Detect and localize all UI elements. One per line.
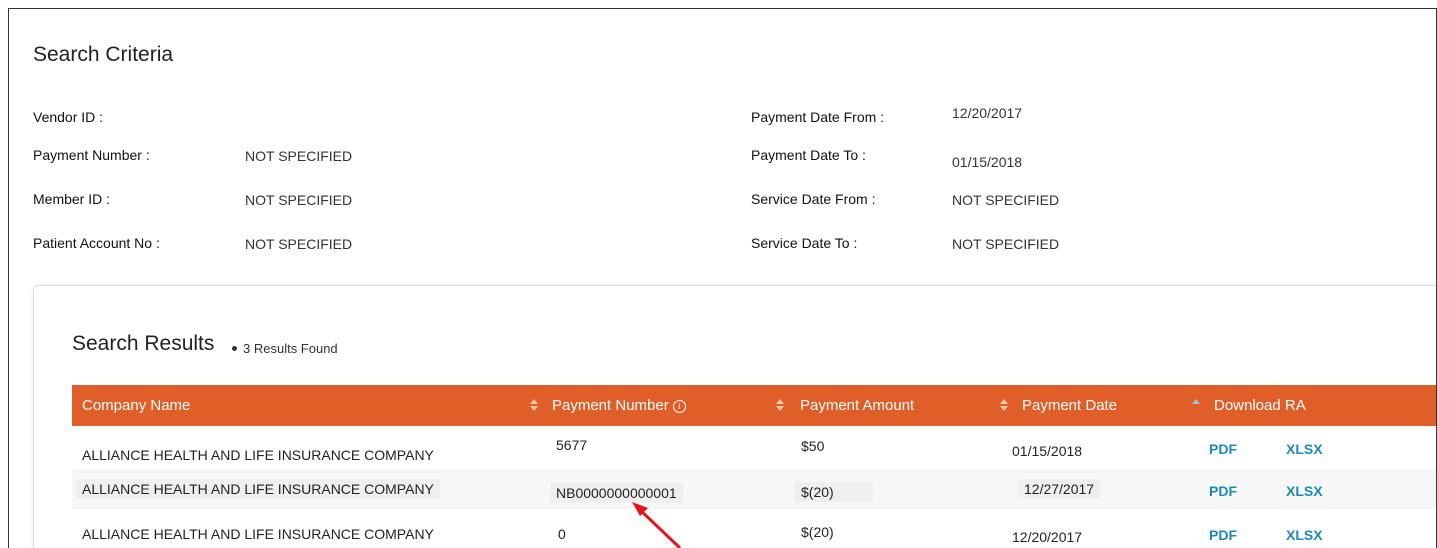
download-pdf-link[interactable]: PDF (1209, 441, 1237, 457)
download-xlsx-link[interactable]: XLSX (1286, 483, 1323, 499)
search-results-panel: Search Results 3 Results Found Company N… (33, 285, 1436, 548)
search-results-title: Search Results (72, 332, 215, 355)
patient-account-label: Patient Account No : (33, 235, 160, 251)
search-criteria-title: Search Criteria (33, 43, 174, 66)
column-download-ra: Download RA (1214, 397, 1306, 414)
service-date-from-value: NOT SPECIFIED (952, 192, 1060, 208)
patient-account-value: NOT SPECIFIED (245, 236, 353, 252)
column-payment-number[interactable]: Payment Number i (552, 397, 686, 414)
payment-number-value: NOT SPECIFIED (245, 148, 353, 164)
service-date-from-label: Service Date From : (751, 191, 876, 207)
company-name-cell: ALLIANCE HEALTH AND LIFE INSURANCE COMPA… (82, 526, 434, 542)
sort-icon[interactable] (776, 397, 784, 413)
member-id-label: Member ID : (33, 191, 111, 207)
payment-amount-cell: $(20) (795, 482, 873, 502)
payment-number-cell: 0 (558, 526, 566, 542)
sort-icon[interactable] (1000, 397, 1008, 413)
payment-date-cell: 01/15/2018 (1012, 443, 1083, 459)
payment-date-to-label: Payment Date To : (751, 147, 866, 163)
vendor-id-label: Vendor ID : (33, 109, 104, 125)
bullet-icon (232, 346, 237, 352)
info-icon[interactable]: i (672, 399, 686, 413)
company-name-cell: ALLIANCE HEALTH AND LIFE INSURANCE COMPA… (82, 447, 434, 463)
download-pdf-link[interactable]: PDF (1209, 483, 1237, 499)
payment-amount-cell: $(20) (801, 524, 834, 540)
download-pdf-link[interactable]: PDF (1209, 527, 1237, 543)
report-frame: Search Criteria Vendor ID : Payment Numb… (8, 8, 1437, 548)
payment-number-label: Payment Number : (33, 147, 150, 163)
payment-date-cell: 12/27/2017 (1018, 479, 1101, 499)
company-name-cell: ALLIANCE HEALTH AND LIFE INSURANCE COMPA… (76, 479, 440, 499)
column-company-name[interactable]: Company Name (82, 397, 190, 414)
sort-icon[interactable] (530, 397, 538, 413)
sort-ascending-icon[interactable] (1192, 397, 1200, 413)
results-count-text: 3 Results Found (243, 341, 338, 356)
results-count: 3 Results Found (232, 341, 338, 356)
service-date-to-value: NOT SPECIFIED (952, 236, 1060, 252)
column-payment-amount[interactable]: Payment Amount (800, 397, 914, 414)
results-table-header: Company Name Payment Number i Payment Amo… (72, 385, 1436, 426)
payment-date-to-value: 01/15/2018 (952, 154, 1023, 170)
payment-number-cell: 5677 (556, 437, 588, 453)
payment-date-cell: 12/20/2017 (1012, 529, 1083, 545)
member-id-value: NOT SPECIFIED (245, 192, 353, 208)
payment-date-from-value: 12/20/2017 (952, 105, 1023, 121)
table-row: ALLIANCE HEALTH AND LIFE INSURANCE COMPA… (72, 469, 1436, 509)
column-payment-date[interactable]: Payment Date (1022, 397, 1117, 414)
payment-date-from-label: Payment Date From : (751, 109, 885, 125)
service-date-to-label: Service Date To : (751, 235, 858, 251)
table-row: ALLIANCE HEALTH AND LIFE INSURANCE COMPA… (72, 426, 1436, 466)
payment-number-cell: NB0000000000001 (550, 483, 683, 503)
column-payment-number-label: Payment Number (552, 397, 669, 414)
download-xlsx-link[interactable]: XLSX (1286, 441, 1323, 457)
download-xlsx-link[interactable]: XLSX (1286, 527, 1323, 543)
table-row: ALLIANCE HEALTH AND LIFE INSURANCE COMPA… (72, 512, 1436, 548)
payment-amount-cell: $50 (801, 438, 825, 454)
